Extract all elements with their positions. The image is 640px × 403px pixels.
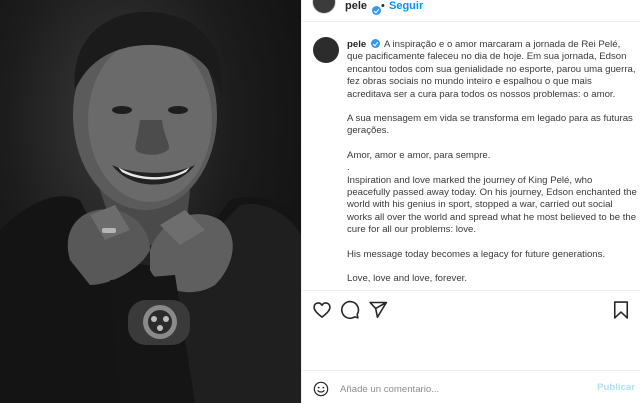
author-username[interactable]: pele — [345, 0, 367, 12]
add-comment-bar: Publicar — [302, 370, 640, 403]
post-actions-bar — [302, 290, 640, 330]
verified-icon — [370, 39, 380, 48]
post-photo[interactable] — [0, 0, 301, 403]
caption-text: pele A inspiração e o amor marcaram a jo… — [347, 39, 637, 290]
caption-paragraph-3: Amor, amor e amor, para sempre. — [347, 149, 491, 161]
emoji-icon[interactable] — [313, 381, 329, 397]
comment-icon[interactable] — [340, 300, 360, 320]
caption-avatar[interactable] — [313, 37, 339, 63]
post-panel: pele • Seguir pele A inspiração e o amor… — [301, 0, 640, 403]
portrait-image — [0, 11, 301, 403]
caption-scroll-area[interactable]: pele A inspiração e o amor marcaram a jo… — [302, 22, 640, 290]
caption-paragraph-1: A inspiração e o amor marcaram a jornada… — [347, 39, 636, 100]
comment-input[interactable] — [340, 382, 580, 396]
publish-button[interactable]: Publicar — [597, 382, 635, 393]
caption-username[interactable]: pele — [347, 39, 366, 50]
caption-paragraph-5: His message today becomes a legacy for f… — [347, 248, 606, 260]
post-header: pele • Seguir — [302, 0, 640, 22]
caption-separator: . — [347, 162, 350, 174]
heart-icon[interactable] — [312, 300, 332, 320]
caption-paragraph-4: Inspiration and love marked the journey … — [347, 174, 637, 236]
author-avatar[interactable] — [312, 0, 336, 14]
caption-paragraph-2: A sua mensagem em vida se transforma em … — [347, 113, 633, 137]
caption-paragraph-6: Love, love and love, forever. — [347, 273, 467, 285]
follow-button[interactable]: Seguir — [389, 0, 423, 12]
separator-dot: • — [381, 0, 385, 12]
bookmark-icon[interactable] — [611, 300, 631, 320]
share-icon[interactable] — [368, 300, 388, 320]
